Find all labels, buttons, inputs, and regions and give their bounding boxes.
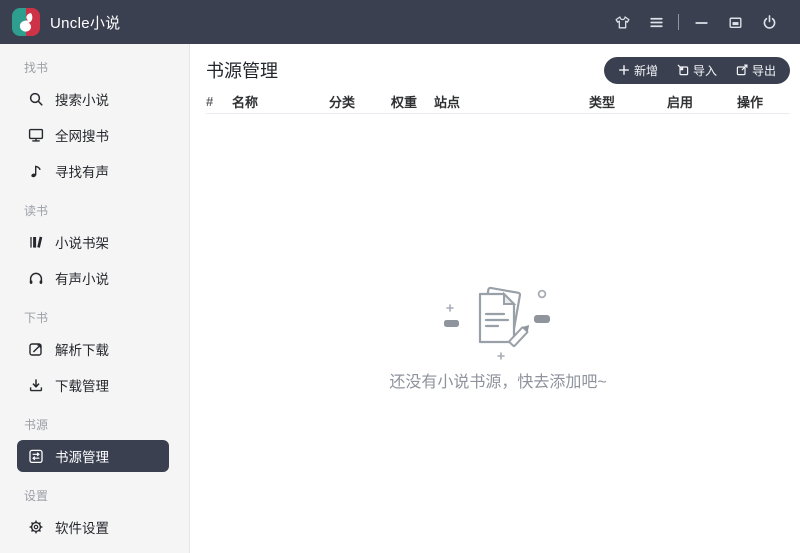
add-source-label: 新增	[633, 63, 658, 78]
sidebar-item-label: 书源管理	[55, 450, 109, 465]
sidebar-item-bookshelf[interactable]: 小说书架	[0, 224, 189, 260]
column-header-type: 类型	[589, 95, 616, 110]
sidebar-section-read: 读书	[24, 204, 49, 218]
empty-state: 还没有小说书源，快去添加吧~	[206, 284, 790, 392]
source-table-header: # 名称 分类 权重 站点 类型 启用 操作	[206, 90, 790, 114]
empty-document-icon	[444, 286, 550, 360]
sidebar-item-book-source[interactable]: 书源管理	[17, 440, 169, 472]
plus-icon	[618, 64, 630, 76]
hamburger-icon[interactable]	[639, 7, 673, 37]
titlebar: Uncle小说	[0, 0, 800, 44]
column-header-index: #	[206, 94, 214, 109]
search-icon	[28, 91, 44, 107]
parse-icon	[28, 341, 44, 357]
sidebar-section-source: 书源	[24, 418, 49, 432]
sidebar-item-download-manager[interactable]: 下载管理	[0, 367, 189, 403]
export-source-label: 导出	[751, 63, 776, 78]
add-source-button[interactable]: 新增	[618, 62, 658, 79]
sidebar-item-find-audio[interactable]: 寻找有声	[0, 153, 189, 189]
sidebar-item-web-search[interactable]: 全网搜书	[0, 117, 189, 153]
column-header-weight: 权重	[391, 95, 418, 110]
column-header-enabled: 启用	[667, 95, 694, 110]
actions-toolbar: 新增 导入 导出	[603, 56, 790, 84]
import-source-button[interactable]: 导入	[677, 62, 717, 79]
headphones-icon	[28, 270, 44, 286]
sidebar-section-find: 找书	[24, 61, 49, 75]
sidebar-item-audio-novel[interactable]: 有声小说	[0, 260, 189, 296]
monitor-icon	[28, 127, 44, 143]
sidebar-section-settings: 设置	[24, 489, 49, 503]
sidebar-item-label: 下载管理	[55, 379, 109, 394]
sidebar-section-download: 下书	[24, 311, 49, 325]
column-header-name: 名称	[232, 95, 259, 110]
music-note-icon	[28, 163, 44, 179]
sidebar-item-search-novel[interactable]: 搜索小说	[0, 81, 189, 117]
titlebar-divider	[678, 14, 679, 30]
export-icon	[736, 64, 748, 76]
tshirt-icon[interactable]	[605, 7, 639, 37]
minimize-icon[interactable]	[684, 7, 718, 37]
column-header-site: 站点	[434, 95, 461, 110]
app-logo	[12, 8, 40, 36]
download-icon	[28, 377, 44, 393]
sidebar-item-label: 小说书架	[55, 236, 109, 251]
page-title: 书源管理	[206, 61, 278, 81]
gear-icon	[28, 519, 44, 535]
import-source-label: 导入	[692, 63, 717, 78]
sidebar: 找书 搜索小说 全网搜书 寻找有声 读书 小说书架 有声小说 下书 解析下载 下…	[0, 44, 190, 553]
bookshelf-icon	[28, 234, 44, 250]
sidebar-item-label: 寻找有声	[55, 165, 109, 180]
power-icon[interactable]	[752, 7, 786, 37]
column-header-actions: 操作	[737, 95, 764, 110]
sidebar-item-settings[interactable]: 软件设置	[0, 509, 189, 545]
sidebar-item-label: 解析下载	[55, 343, 109, 358]
sidebar-item-label: 全网搜书	[55, 129, 109, 144]
column-header-category: 分类	[329, 95, 356, 110]
sidebar-item-label: 搜索小说	[55, 93, 109, 108]
empty-state-message: 还没有小说书源，快去添加吧~	[389, 374, 607, 391]
maximize-icon[interactable]	[718, 7, 752, 37]
titlebar-controls	[605, 7, 786, 37]
sidebar-item-label: 软件设置	[55, 521, 109, 536]
app-title: Uncle小说	[50, 14, 121, 32]
sidebar-item-label: 有声小说	[55, 272, 109, 287]
export-source-button[interactable]: 导出	[736, 62, 776, 79]
swan-icon	[19, 13, 33, 32]
sidebar-item-parse-download[interactable]: 解析下载	[0, 331, 189, 367]
book-source-icon	[28, 448, 44, 464]
main-content: 书源管理 新增 导入 导出 # 名称 分类 权重 站点 类型 启用 操作 还没有…	[190, 44, 800, 553]
import-icon	[677, 64, 689, 76]
